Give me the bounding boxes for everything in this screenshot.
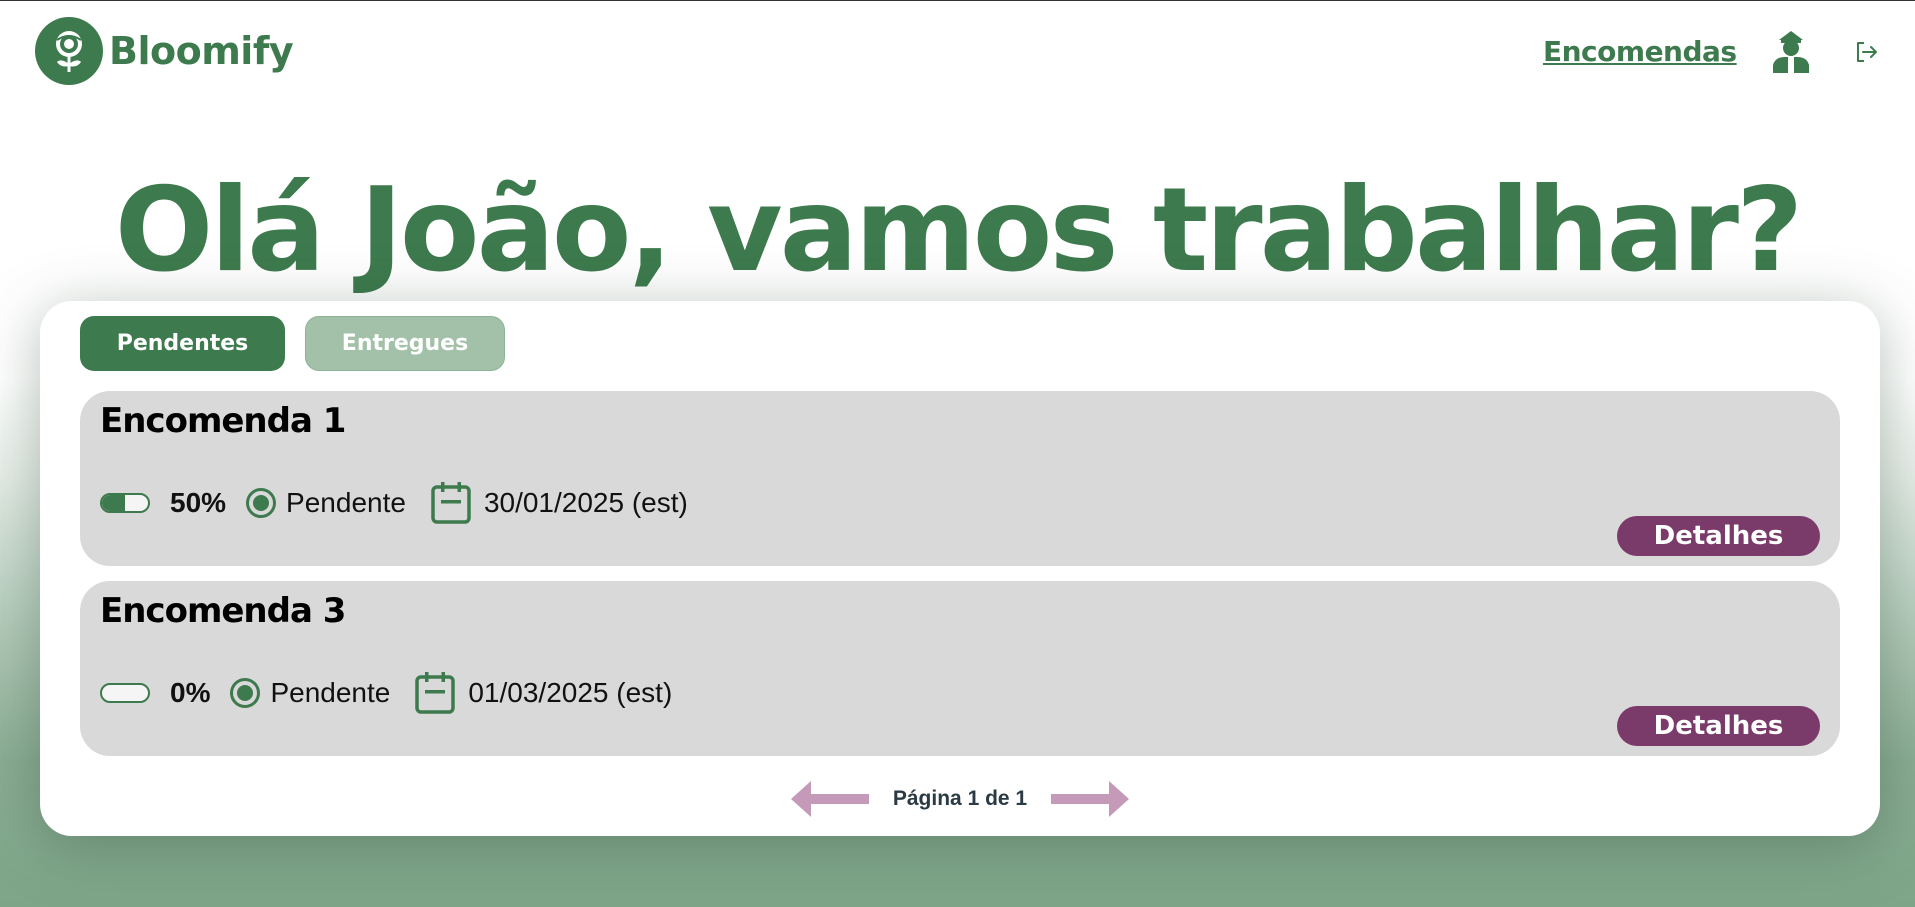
order-meta: 50% Pendente 30/01/2025 (est): [100, 481, 688, 525]
order-status: Pendente: [270, 677, 391, 708]
order-date: 01/03/2025 (est): [468, 677, 673, 708]
tab-pending[interactable]: Pendentes: [80, 316, 285, 371]
order-card: Encomenda 1 50% Pendente 30/01/2025 (est…: [80, 391, 1840, 566]
user-avatar-icon[interactable]: [1771, 31, 1811, 73]
brand-name: Bloomify: [109, 29, 294, 73]
order-date: 30/01/2025 (est): [483, 487, 688, 518]
order-title: Encomenda 3: [100, 591, 346, 631]
order-meta: 0% Pendente 01/03/2025 (est): [100, 671, 672, 715]
order-status: Pendente: [286, 487, 406, 518]
navbar: Bloomify Encomendas: [0, 1, 1915, 101]
calendar-icon: [431, 482, 471, 524]
page-title: Olá João, vamos trabalhar?: [114, 163, 1804, 298]
status-indicator-icon: [230, 678, 261, 708]
status-indicator-icon: [246, 488, 277, 518]
calendar-icon: [415, 672, 456, 714]
details-button[interactable]: Detalhes: [1617, 516, 1820, 556]
flower-logo-icon: [35, 17, 103, 85]
progress-bar: [100, 683, 150, 703]
order-card: Encomenda 3 0% Pendente 01/03/2025 (est)…: [80, 581, 1840, 756]
progress-bar: [100, 493, 150, 513]
pagination: Página 1 de 1: [40, 779, 1880, 819]
tab-delivered[interactable]: Entregues: [305, 316, 505, 371]
logo[interactable]: Bloomify: [35, 17, 294, 85]
details-button[interactable]: Detalhes: [1617, 706, 1820, 746]
orders-panel: Pendentes Entregues Encomenda 1 50% Pend…: [40, 301, 1880, 836]
nav-orders-link[interactable]: Encomendas: [1543, 35, 1737, 68]
arrow-right-icon[interactable]: [1051, 781, 1130, 817]
order-title: Encomenda 1: [100, 401, 346, 441]
logout-icon[interactable]: [1855, 41, 1879, 63]
progress-percent: 0%: [170, 677, 211, 708]
page-indicator: Página 1 de 1: [892, 787, 1028, 810]
progress-percent: 50%: [170, 487, 227, 518]
arrow-left-icon[interactable]: [790, 781, 869, 817]
progress-fill: [102, 495, 125, 511]
